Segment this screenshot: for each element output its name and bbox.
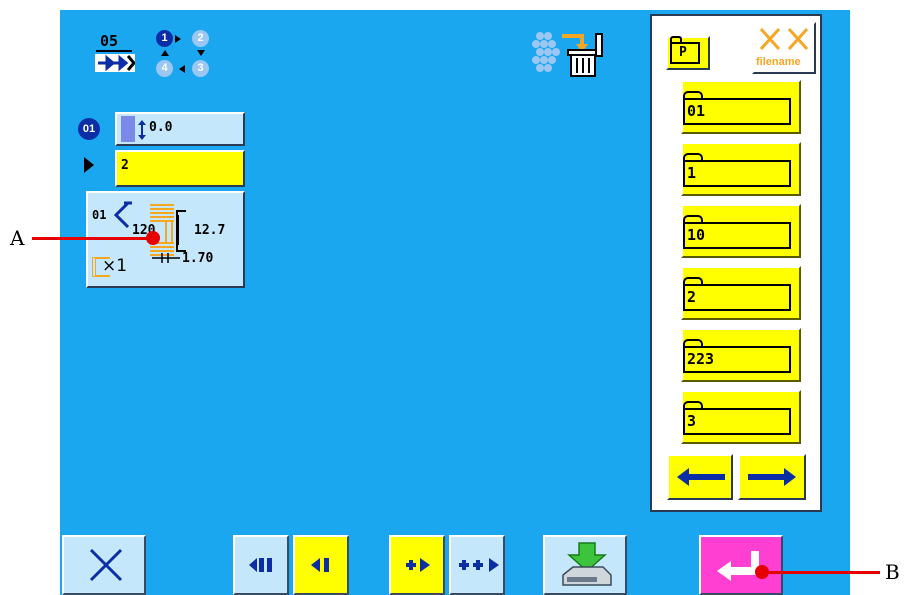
filename-label: filename bbox=[756, 56, 801, 68]
file-button-3[interactable]: 3 bbox=[681, 390, 801, 444]
file-button-01[interactable]: 01 bbox=[681, 80, 801, 134]
pattern-name-field[interactable]: 2 bbox=[115, 150, 245, 187]
presser-foot-icon bbox=[121, 116, 135, 142]
step-forward-button[interactable] bbox=[389, 535, 445, 595]
cancel-button[interactable] bbox=[62, 535, 146, 595]
close-x-icon bbox=[89, 548, 123, 582]
folder-icon bbox=[683, 277, 703, 286]
presser-height-value: 0.0 bbox=[149, 120, 173, 135]
annotation-label-b: B bbox=[885, 560, 900, 584]
step-back-fast-button[interactable] bbox=[233, 535, 289, 595]
annotation-dot-a bbox=[146, 231, 160, 245]
fast-forward-icon bbox=[95, 54, 135, 72]
right-arrow-icon bbox=[748, 468, 796, 486]
annotation-dot-b bbox=[755, 565, 769, 579]
mode-number: 05 bbox=[100, 32, 119, 50]
stitch-pitch-value: 1.70 bbox=[182, 251, 214, 266]
step-forward-fast-button[interactable] bbox=[449, 535, 505, 595]
pointer-icon bbox=[84, 157, 94, 173]
folder-icon bbox=[683, 339, 703, 348]
save-button[interactable] bbox=[543, 535, 627, 595]
annotation-line-b bbox=[760, 571, 880, 574]
pattern-name-value: 2 bbox=[121, 158, 129, 173]
stitch-width-value: 12.7 bbox=[194, 223, 226, 238]
filename-sort-button[interactable]: filename bbox=[752, 22, 816, 74]
step-indicator: 1 2 4 3 bbox=[152, 28, 214, 86]
folder-icon bbox=[683, 215, 703, 224]
annotation-label-a: A bbox=[10, 226, 25, 250]
file-button-10[interactable]: 10 bbox=[681, 204, 801, 258]
presser-height-field[interactable]: 0.0 bbox=[115, 112, 245, 146]
folder-label: P bbox=[679, 45, 687, 60]
save-to-disk-icon bbox=[562, 542, 612, 586]
repeat-count: ×1 bbox=[102, 256, 128, 276]
width-bracket-icon bbox=[176, 210, 186, 252]
mode-indicator: 05 bbox=[92, 32, 137, 82]
step-3: 3 bbox=[192, 60, 209, 77]
file-button-2[interactable]: 2 bbox=[681, 266, 801, 320]
enter-button[interactable] bbox=[699, 535, 783, 595]
filename-x-icon bbox=[759, 27, 809, 51]
pitch-icon bbox=[152, 253, 180, 263]
pattern-number-badge: 01 bbox=[78, 118, 100, 140]
file-button-1[interactable]: 1 bbox=[681, 142, 801, 196]
step-1: 1 bbox=[156, 30, 173, 47]
step-4: 4 bbox=[156, 60, 173, 77]
trash-icon bbox=[532, 32, 603, 77]
up-down-arrow-icon bbox=[138, 120, 146, 140]
file-button-223[interactable]: 223 bbox=[681, 328, 801, 382]
double-left-arrow-icon bbox=[249, 558, 272, 572]
folder-icon bbox=[683, 153, 703, 162]
right-arrow-icon bbox=[406, 558, 430, 572]
page-next-button[interactable] bbox=[738, 454, 806, 500]
left-arrow-icon bbox=[311, 558, 329, 572]
annotation-line-a bbox=[32, 237, 152, 240]
delete-pattern-button[interactable] bbox=[530, 28, 612, 84]
folder-icon bbox=[683, 91, 703, 100]
double-right-arrow-icon bbox=[459, 558, 499, 572]
step-back-button[interactable] bbox=[293, 535, 349, 595]
step-2: 2 bbox=[192, 30, 209, 47]
left-arrow-icon bbox=[677, 468, 725, 486]
folder-icon bbox=[683, 401, 703, 410]
page-prev-button[interactable] bbox=[667, 454, 733, 500]
folder-p-button[interactable]: P bbox=[666, 36, 710, 70]
shape-number: 01 bbox=[92, 208, 107, 222]
